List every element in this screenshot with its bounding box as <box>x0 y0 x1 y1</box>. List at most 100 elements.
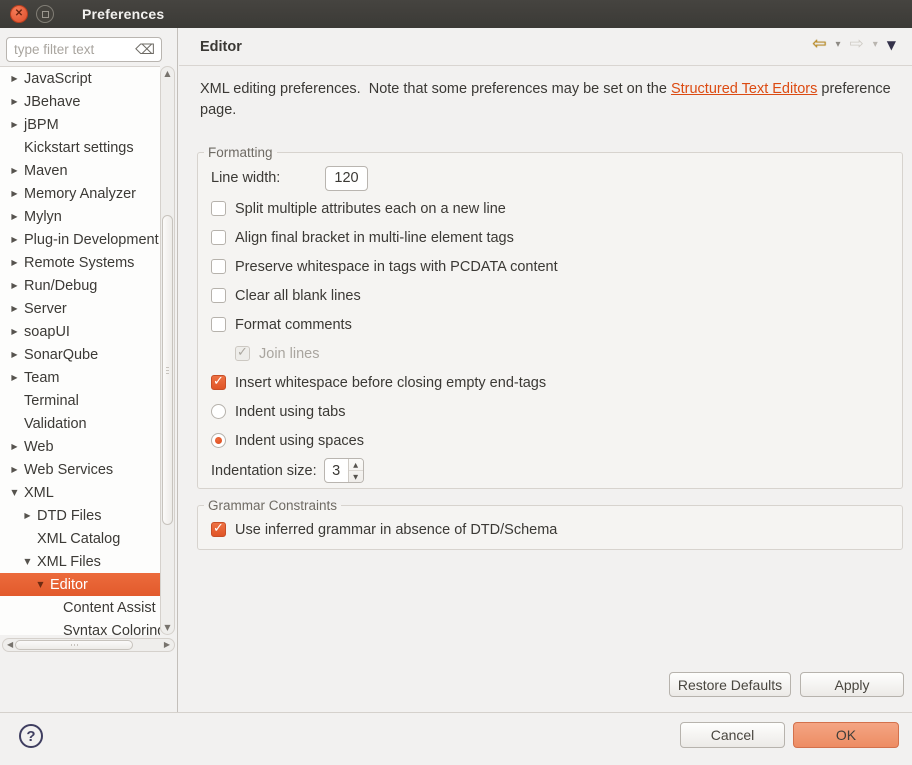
collapsed-arrow-icon[interactable]: ▶ <box>8 166 21 175</box>
apply-button[interactable]: Apply <box>800 672 904 697</box>
sidebar-item-label: Terminal <box>21 393 79 409</box>
sidebar-item-web-services[interactable]: ▶Web Services <box>0 458 160 481</box>
expanded-arrow-icon[interactable]: ▼ <box>34 580 47 589</box>
sidebar-item-plug-in-development[interactable]: ▶Plug-in Development <box>0 228 160 251</box>
horizontal-scrollbar[interactable]: ◀ ▶ <box>2 638 175 652</box>
option-row-insert-whitespace-before-closing-empty-end-tags: ✓ Insert whitespace before closing empty … <box>198 368 902 397</box>
sidebar-item-xml-catalog[interactable]: XML Catalog <box>0 527 160 550</box>
vertical-scrollbar-thumb[interactable] <box>162 215 173 525</box>
sidebar-item-xml-files[interactable]: ▼XML Files <box>0 550 160 573</box>
back-dropdown-icon[interactable]: ▾ <box>835 39 840 50</box>
filter-input[interactable] <box>7 42 135 57</box>
close-icon: ✕ <box>15 9 23 19</box>
collapsed-arrow-icon[interactable]: ▶ <box>8 258 21 267</box>
line-width-input[interactable] <box>325 166 368 191</box>
sidebar-item-remote-systems[interactable]: ▶Remote Systems <box>0 251 160 274</box>
collapsed-arrow-icon[interactable]: ▶ <box>8 373 21 382</box>
sidebar-item-jbehave[interactable]: ▶JBehave <box>0 90 160 113</box>
structured-text-editors-link[interactable]: Structured Text Editors <box>671 81 817 97</box>
collapsed-arrow-icon[interactable]: ▶ <box>8 465 21 474</box>
sidebar-item-kickstart-settings[interactable]: Kickstart settings <box>0 136 160 159</box>
view-menu-icon[interactable]: ▼ <box>887 38 896 52</box>
radio-indent-using-tabs[interactable] <box>211 404 226 419</box>
checkbox-insert-whitespace-before-closing-empty-end-tags[interactable]: ✓ <box>211 375 226 390</box>
sidebar-item-mylyn[interactable]: ▶Mylyn <box>0 205 160 228</box>
sidebar-item-server[interactable]: ▶Server <box>0 297 160 320</box>
checkbox-align-final-bracket-in-multi-line-element-tags[interactable] <box>211 230 226 245</box>
grammar-options: ✓Use inferred grammar in absence of DTD/… <box>198 515 902 544</box>
checkbox-join-lines: ✓ <box>235 346 250 361</box>
scroll-left-icon[interactable]: ◀ <box>7 640 13 649</box>
sidebar-item-dtd-files[interactable]: ▶DTD Files <box>0 504 160 527</box>
forward-icon[interactable]: ⇨ <box>849 36 863 53</box>
sidebar-item-syntax-coloring[interactable]: Syntax Coloring <box>0 619 160 635</box>
header-separator <box>179 65 912 66</box>
sidebar-item-memory-analyzer[interactable]: ▶Memory Analyzer <box>0 182 160 205</box>
spinner-up-icon[interactable]: ▲ <box>349 459 363 471</box>
collapsed-arrow-icon[interactable]: ▶ <box>8 350 21 359</box>
checkbox-clear-all-blank-lines[interactable] <box>211 288 226 303</box>
collapsed-arrow-icon[interactable]: ▶ <box>8 304 21 313</box>
sidebar-item-team[interactable]: ▶Team <box>0 366 160 389</box>
sidebar-item-validation[interactable]: Validation <box>0 412 160 435</box>
indentation-size-value[interactable]: 3 <box>325 459 348 482</box>
sidebar-item-editor[interactable]: ▼Editor <box>0 573 160 596</box>
restore-defaults-button[interactable]: Restore Defaults <box>669 672 791 697</box>
option-label: Insert whitespace before closing empty e… <box>235 375 546 391</box>
forward-dropdown-icon[interactable]: ▾ <box>873 39 878 50</box>
checkbox-preserve-whitespace-in-tags-with-pcdata-content[interactable] <box>211 259 226 274</box>
collapsed-arrow-icon[interactable]: ▶ <box>8 120 21 129</box>
collapsed-arrow-icon[interactable]: ▶ <box>8 212 21 221</box>
collapsed-arrow-icon[interactable]: ▶ <box>8 327 21 336</box>
scrollbar-grip <box>74 644 75 646</box>
option-label: Split multiple attributes each on a new … <box>235 201 506 217</box>
sidebar-item-label: XML Catalog <box>34 531 120 547</box>
dialog-footer: ? Cancel OK <box>0 712 912 765</box>
collapsed-arrow-icon[interactable]: ▶ <box>8 235 21 244</box>
scroll-down-icon[interactable]: ▼ <box>161 623 174 632</box>
window-maximize-button[interactable] <box>36 5 54 23</box>
checkbox-use-inferred-grammar-in-absence-of-dtd-schema[interactable]: ✓ <box>211 522 226 537</box>
sidebar-item-sonarqube[interactable]: ▶SonarQube <box>0 343 160 366</box>
sidebar-item-run-debug[interactable]: ▶Run/Debug <box>0 274 160 297</box>
spinner-down-icon[interactable]: ▼ <box>349 471 363 482</box>
sidebar-item-content-assist[interactable]: Content Assist <box>0 596 160 619</box>
collapsed-arrow-icon[interactable]: ▶ <box>8 97 21 106</box>
collapsed-arrow-icon[interactable]: ▶ <box>8 281 21 290</box>
collapsed-arrow-icon[interactable]: ▶ <box>8 189 21 198</box>
sidebar-item-soapui[interactable]: ▶soapUI <box>0 320 160 343</box>
sidebar-item-label: SonarQube <box>21 347 98 363</box>
collapsed-arrow-icon[interactable]: ▶ <box>21 511 34 520</box>
sidebar-item-jbpm[interactable]: ▶jBPM <box>0 113 160 136</box>
option-row-join-lines: ✓Join lines <box>198 339 902 368</box>
maximize-icon <box>42 11 49 18</box>
scroll-up-icon[interactable]: ▲ <box>161 69 174 78</box>
vertical-scrollbar[interactable]: ▲ ▼ <box>160 66 175 635</box>
sidebar-item-label: DTD Files <box>34 508 101 524</box>
checkbox-format-comments[interactable] <box>211 317 226 332</box>
horizontal-scrollbar-thumb[interactable] <box>15 640 133 650</box>
window-close-button[interactable]: ✕ <box>10 5 28 23</box>
expanded-arrow-icon[interactable]: ▼ <box>8 488 21 497</box>
sidebar-item-maven[interactable]: ▶Maven <box>0 159 160 182</box>
checkbox-split-multiple-attributes-each-on-a-new-line[interactable] <box>211 201 226 216</box>
sidebar-item-web[interactable]: ▶Web <box>0 435 160 458</box>
expanded-arrow-icon[interactable]: ▼ <box>21 557 34 566</box>
help-button[interactable]: ? <box>19 724 43 748</box>
radio-indent-using-spaces[interactable] <box>211 433 226 448</box>
ok-button[interactable]: OK <box>793 722 899 748</box>
cancel-button[interactable]: Cancel <box>680 722 785 748</box>
formatting-options: Split multiple attributes each on a new … <box>198 194 902 455</box>
sidebar-item-terminal[interactable]: Terminal <box>0 389 160 412</box>
collapsed-arrow-icon[interactable]: ▶ <box>8 442 21 451</box>
sidebar-item-javascript[interactable]: ▶JavaScript <box>0 67 160 90</box>
sidebar-item-label: soapUI <box>21 324 70 340</box>
checkmark-icon: ✓ <box>213 521 224 536</box>
clear-filter-icon[interactable]: ⌫ <box>135 42 161 58</box>
spinner-buttons: ▲ ▼ <box>348 459 363 482</box>
sidebar-item-xml[interactable]: ▼XML <box>0 481 160 504</box>
checkmark-icon: ✓ <box>213 374 224 389</box>
collapsed-arrow-icon[interactable]: ▶ <box>8 74 21 83</box>
back-icon[interactable]: ⇦ <box>812 36 826 53</box>
scroll-right-icon[interactable]: ▶ <box>164 640 170 649</box>
